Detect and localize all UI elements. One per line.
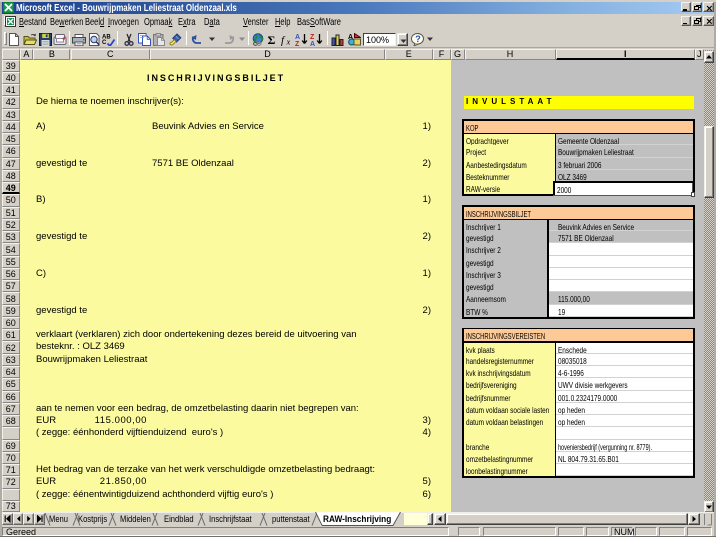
svg-text:Σ: Σ <box>267 33 275 46</box>
svg-text:A: A <box>295 34 300 41</box>
svg-text:Z: Z <box>295 41 300 46</box>
svg-text:Z: Z <box>310 34 315 41</box>
svg-text:f: f <box>281 34 286 46</box>
svg-text:A: A <box>348 34 353 41</box>
svg-text:A: A <box>310 41 315 46</box>
svg-text:x: x <box>285 36 290 46</box>
svg-text:?: ? <box>415 33 421 43</box>
svg-text:C: C <box>102 40 107 46</box>
